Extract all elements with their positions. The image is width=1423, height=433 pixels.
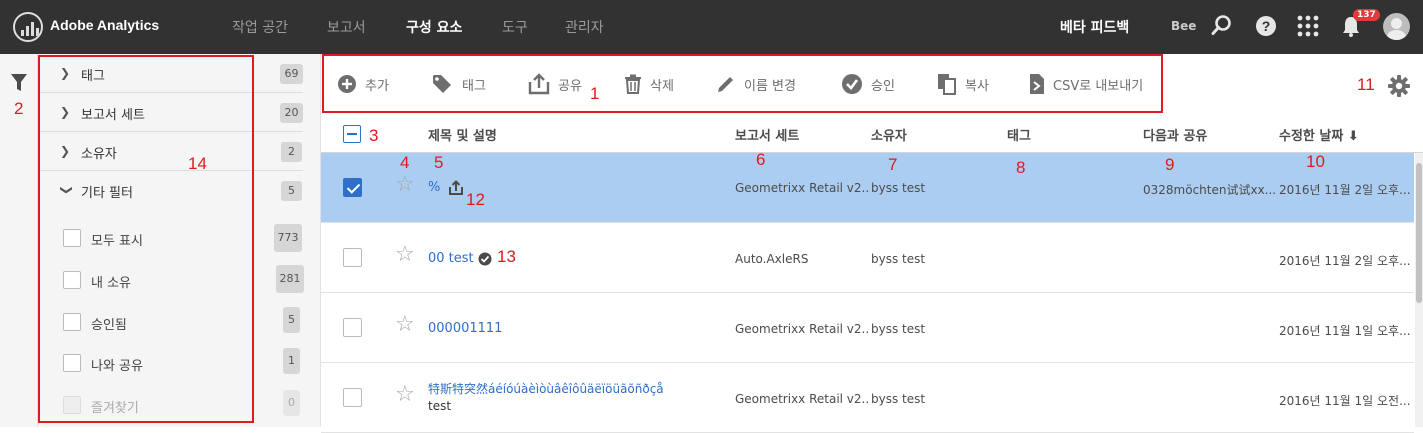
row-checkbox[interactable] [343,178,362,197]
report-suite-cell: Geometrixx Retail v2... [735,181,869,195]
owner-cell: byss test [871,392,926,406]
modified-date-cell: 2016년 11월 1일 오후... [1279,324,1411,338]
favorite-star-icon[interactable]: ☆ [395,174,415,196]
settings-gear-icon[interactable] [1388,75,1410,97]
top-bar: Adobe Analytics 작업 공간 보고서 구성 요소 도구 관리자 베… [0,0,1423,54]
nav-tools[interactable]: 도구 [502,17,528,37]
component-description: test [428,399,452,413]
filter-count-badge: 5 [281,181,302,201]
annotation-number: 1 [590,84,600,103]
table-row[interactable]: ☆ 000001111 Geometrixx Retail v2... byss… [321,293,1414,363]
row-checkbox[interactable] [343,248,362,267]
nav-workspace[interactable]: 작업 공간 [232,17,288,37]
column-header-modified[interactable]: 수정한 날짜 ⬇ [1279,125,1359,144]
filter-count-badge: 2 [281,142,302,162]
favorite-star-icon[interactable]: ☆ [395,314,415,336]
app-title[interactable]: Adobe Analytics [50,17,159,33]
column-header-report-suite[interactable]: 보고서 세트 [735,125,799,144]
shared-icon [449,180,463,195]
report-suite-cell: Geometrixx Retail v2... [735,322,869,336]
annotation-number: 13 [497,247,516,266]
table-header: 제목 및 설명 보고서 세트 소유자 태그 다음과 공유 수정한 날짜 ⬇ [321,116,1423,153]
scrollbar-thumb[interactable] [1416,163,1422,303]
annotation-number: 3 [369,126,379,145]
approved-check-icon [478,252,492,266]
modified-date-cell: 2016년 11월 2일 오후... [1279,183,1411,197]
favorites-count: 0 [283,390,300,416]
help-icon[interactable]: ? [1254,14,1278,38]
adobe-analytics-logo-icon[interactable] [13,12,43,42]
annotation-number: 12 [466,190,485,209]
row-checkbox[interactable] [343,388,362,407]
modified-date-cell: 2016년 11월 2일 오후... [1279,254,1411,268]
shared-with-cell: 0328möchten试试xx... [1143,183,1277,197]
annotation-number: 6 [756,150,766,169]
column-header-modified-label: 수정한 날짜 [1279,129,1344,144]
table-row[interactable]: ☆ 特斯特突然áéíóúàèìòùâêîôûäëïöüãõñðçå test G… [321,363,1414,433]
nav-components[interactable]: 구성 요소 [406,17,462,37]
row-checkbox[interactable] [343,318,362,337]
annotation-box-toolbar [322,54,1163,113]
owner-cell: byss test [871,181,926,195]
column-header-owner[interactable]: 소유자 [871,125,907,144]
component-title-link[interactable]: 特斯特突然áéíóúàèìòùâêîôûäëïöüãõñðçå [428,380,664,397]
approved-count: 5 [283,307,300,333]
table-row[interactable]: ☆ % Geometrixx Retail v2... byss test 03… [321,153,1414,223]
owner-cell: byss test [871,322,926,336]
nav-admin[interactable]: 관리자 [565,17,604,37]
svg-text:?: ? [1262,18,1271,34]
user-avatar[interactable] [1383,13,1410,40]
filter-count-badge: 20 [280,103,303,123]
column-header-tags[interactable]: 태그 [1007,125,1031,144]
annotation-number: 10 [1306,152,1325,171]
annotation-number: 9 [1165,155,1175,174]
annotation-box-filters [38,55,254,423]
shared-with-me-count: 1 [283,348,300,374]
column-header-title[interactable]: 제목 및 설명 [428,125,497,144]
annotation-number: 5 [434,153,444,172]
favorite-star-icon[interactable]: ☆ [395,244,415,266]
column-header-shared-with[interactable]: 다음과 공유 [1143,125,1207,144]
owner-cell: byss test [871,252,926,266]
sort-descending-icon: ⬇ [1347,129,1359,144]
mine-count: 281 [276,265,304,293]
report-suite-cell: Auto.AxleRS [735,252,809,266]
annotation-number: 7 [888,155,898,174]
table-scrollbar[interactable] [1415,153,1423,427]
filter-count-badge: 69 [280,64,303,84]
filter-toggle-icon[interactable] [11,74,27,92]
component-title-link[interactable]: 000001111 [428,321,502,336]
annotation-number: 2 [14,99,24,118]
annotation-number: 11 [1357,75,1375,94]
table-row[interactable]: ☆ 00 test Auto.AxleRS byss test 2016년 11… [321,223,1414,293]
annotation-number: 14 [188,154,207,173]
notification-count-badge: 137 [1353,9,1380,21]
select-all-checkbox[interactable] [343,125,361,143]
apps-grid-icon[interactable] [1296,14,1320,38]
component-title-link[interactable]: % [428,180,440,195]
favorite-star-icon[interactable]: ☆ [395,384,415,406]
report-suite-cell: Geometrixx Retail v2... [735,392,869,406]
nav-reports[interactable]: 보고서 [327,17,366,37]
modified-date-cell: 2016년 11월 1일 오전... [1279,394,1411,408]
beta-feedback-link[interactable]: 베타 피드백 [1060,17,1129,37]
show-all-count: 773 [274,224,302,252]
user-initials[interactable]: Bee [1171,19,1196,33]
component-title-link[interactable]: 00 test [428,251,474,266]
search-icon[interactable] [1210,14,1234,38]
annotation-number: 8 [1016,158,1026,177]
annotation-number: 4 [400,153,410,172]
